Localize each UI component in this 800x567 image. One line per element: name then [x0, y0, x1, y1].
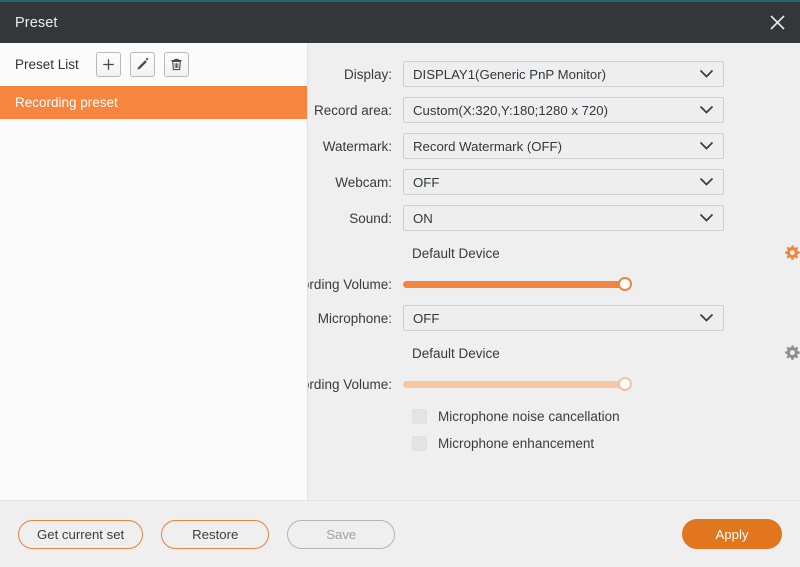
record-area-select[interactable]: Custom(X:320,Y:180;1280 x 720): [403, 97, 724, 123]
chevron-down-icon: [699, 211, 714, 226]
sound-select[interactable]: ON: [403, 205, 724, 231]
record-area-value: Custom(X:320,Y:180;1280 x 720): [413, 103, 608, 118]
chevron-down-icon: [699, 103, 714, 118]
microphone-enhancement-checkbox[interactable]: [412, 436, 427, 451]
sound-device-row: Default Device: [308, 239, 800, 267]
slider-fill: [403, 381, 625, 388]
chevron-down-icon: [699, 311, 714, 326]
sound-settings-button[interactable]: [783, 244, 800, 262]
settings-panel: Display: DISPLAY1(Generic PnP Monitor) R…: [308, 43, 800, 500]
microphone-volume-label: Recording Volume:: [308, 377, 403, 392]
apply-button[interactable]: Apply: [682, 519, 782, 549]
title-bar: Preset: [0, 0, 800, 43]
trash-icon: [169, 57, 184, 72]
preset-list-label: Preset List: [15, 57, 79, 72]
sound-device-label: Default Device: [403, 246, 500, 261]
microphone-noise-cancellation-checkbox[interactable]: [412, 409, 427, 424]
sound-volume-slider[interactable]: [403, 276, 625, 292]
slider-knob[interactable]: [618, 277, 632, 291]
display-label: Display:: [308, 67, 403, 82]
sound-value: ON: [413, 211, 433, 226]
noise-cancellation-row: Microphone noise cancellation: [403, 403, 800, 430]
microphone-row: Microphone: OFF: [308, 303, 800, 333]
display-value: DISPLAY1(Generic PnP Monitor): [413, 67, 606, 82]
watermark-select[interactable]: Record Watermark (OFF): [403, 133, 724, 159]
pencil-icon: [135, 57, 150, 72]
slider-knob[interactable]: [618, 377, 632, 391]
microphone-volume-row: Recording Volume:: [308, 369, 800, 399]
webcam-value: OFF: [413, 175, 439, 190]
slider-fill: [403, 281, 625, 288]
save-button[interactable]: Save: [287, 520, 395, 549]
preset-list-header: Preset List: [0, 43, 307, 86]
gear-icon: [783, 344, 800, 362]
get-current-set-button[interactable]: Get current set: [18, 520, 143, 549]
plus-icon: [101, 57, 116, 72]
microphone-enhancement-label: Microphone enhancement: [438, 436, 594, 451]
chevron-down-icon: [699, 139, 714, 154]
close-icon: [768, 13, 787, 32]
sound-volume-row: Recording Volume:: [308, 269, 800, 299]
dialog-footer: Get current set Restore Save Apply: [0, 500, 800, 567]
microphone-volume-slider[interactable]: [403, 376, 625, 392]
chevron-down-icon: [699, 67, 714, 82]
preset-item-label: Recording preset: [15, 95, 118, 110]
sound-row: Sound: ON: [308, 203, 800, 233]
preset-dialog: Preset Preset List: [0, 0, 800, 567]
sound-volume-label: Recording Volume:: [308, 277, 403, 292]
display-row: Display: DISPLAY1(Generic PnP Monitor): [308, 59, 800, 89]
microphone-settings-button[interactable]: [783, 344, 800, 362]
add-preset-button[interactable]: [96, 52, 121, 77]
webcam-label: Webcam:: [308, 175, 403, 190]
preset-sidebar: Preset List: [0, 43, 308, 500]
restore-button[interactable]: Restore: [161, 520, 269, 549]
microphone-select[interactable]: OFF: [403, 305, 724, 331]
gear-icon: [783, 244, 800, 262]
microphone-label: Microphone:: [308, 311, 403, 326]
preset-list-item-recording-preset[interactable]: Recording preset: [0, 86, 307, 119]
webcam-row: Webcam: OFF: [308, 167, 800, 197]
delete-preset-button[interactable]: [164, 52, 189, 77]
watermark-label: Watermark:: [308, 139, 403, 154]
webcam-select[interactable]: OFF: [403, 169, 724, 195]
watermark-value: Record Watermark (OFF): [413, 139, 562, 154]
record-area-label: Record area:: [308, 103, 403, 118]
microphone-device-row: Default Device: [308, 339, 800, 367]
chevron-down-icon: [699, 175, 714, 190]
close-button[interactable]: [754, 2, 800, 43]
dialog-body: Preset List: [0, 43, 800, 500]
watermark-row: Watermark: Record Watermark (OFF): [308, 131, 800, 161]
microphone-enhancement-row: Microphone enhancement: [403, 430, 800, 457]
edit-preset-button[interactable]: [130, 52, 155, 77]
microphone-value: OFF: [413, 311, 439, 326]
record-area-row: Record area: Custom(X:320,Y:180;1280 x 7…: [308, 95, 800, 125]
microphone-noise-cancellation-label: Microphone noise cancellation: [438, 409, 620, 424]
display-select[interactable]: DISPLAY1(Generic PnP Monitor): [403, 61, 724, 87]
sound-label: Sound:: [308, 211, 403, 226]
microphone-device-label: Default Device: [403, 346, 500, 361]
window-title: Preset: [0, 15, 58, 31]
preset-list: Recording preset: [0, 86, 307, 500]
